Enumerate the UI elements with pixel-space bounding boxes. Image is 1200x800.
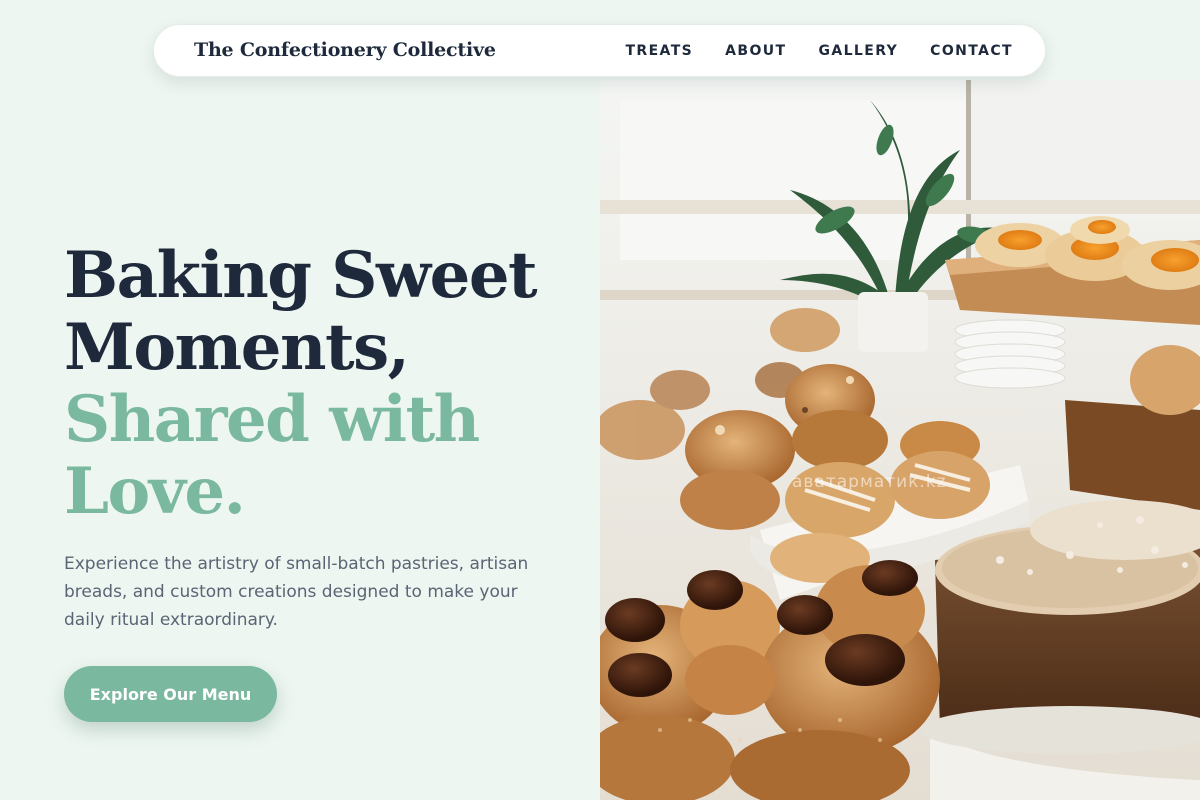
nav-link-about[interactable]: ABOUT xyxy=(725,43,786,59)
bakery-display-photo: аватарматик.kz xyxy=(600,80,1200,800)
headline-line-3: Shared with xyxy=(64,382,480,457)
nav-link-gallery[interactable]: GALLERY xyxy=(818,43,898,59)
nav-link-treats[interactable]: TREATS xyxy=(625,43,693,59)
explore-menu-button[interactable]: Explore Our Menu xyxy=(64,666,277,722)
brand-logo[interactable]: The Confectionery Collective xyxy=(194,39,496,61)
nav-link-contact[interactable]: CONTACT xyxy=(930,43,1013,59)
pastry-photo-illustration xyxy=(600,80,1200,800)
headline-line-1: Baking Sweet xyxy=(64,238,538,313)
photo-watermark: аватарматик.kz xyxy=(792,472,947,492)
headline-line-2: Moments, xyxy=(64,310,410,385)
headline-line-4: Love. xyxy=(64,454,246,529)
hero-headline: Baking Sweet Moments, Shared with Love. xyxy=(64,238,538,529)
top-navigation-bar: The Confectionery Collective TREATS ABOU… xyxy=(153,24,1046,77)
hero-description: Experience the artistry of small-batch p… xyxy=(64,554,529,630)
nav-links: TREATS ABOUT GALLERY CONTACT xyxy=(625,43,1013,59)
